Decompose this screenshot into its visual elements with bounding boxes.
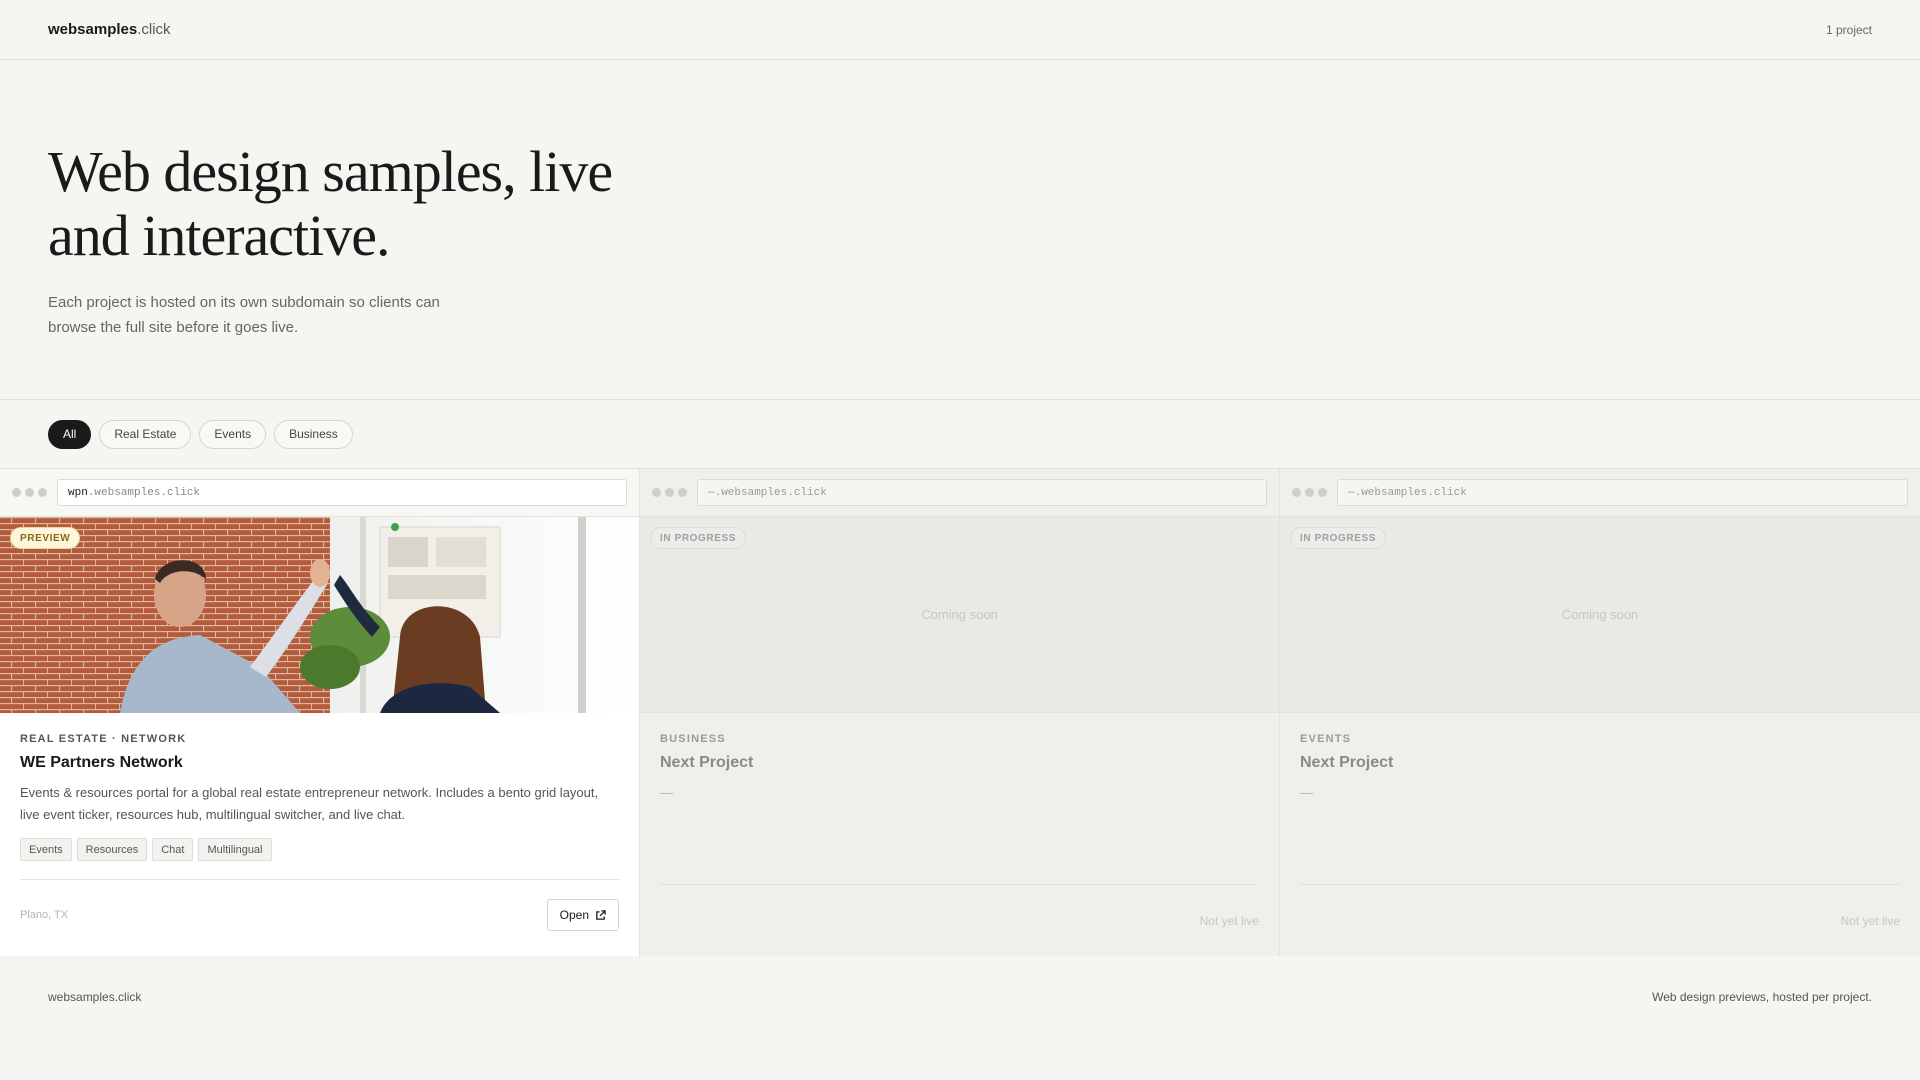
logo-strong: websamples <box>48 21 138 38</box>
card-body: EVENTS Next Project — Not yet live <box>1280 713 1920 956</box>
url-bar: —.websamples.click <box>1337 479 1908 506</box>
external-link-icon <box>596 909 606 920</box>
coming-soon-text: Coming soon <box>921 607 998 622</box>
tag-multilingual: Multilingual <box>198 838 272 861</box>
open-button-label: Open <box>559 908 589 922</box>
card-category: BUSINESS <box>660 733 726 745</box>
project-grid: wpn .websamples.click PREVIEW REAL ESTAT… <box>0 469 1920 956</box>
filter-bar: All Real Estate Events Business <box>0 400 1920 469</box>
hero-section: Web design samples, live and interactive… <box>0 60 1920 400</box>
project-card-events: —.websamples.click IN PROGRESS Coming so… <box>1280 469 1920 956</box>
project-count: 1 project <box>1825 22 1872 37</box>
card-title[interactable]: WE Partners Network <box>20 754 619 772</box>
url-domain: .websamples.click <box>87 486 201 499</box>
placeholder-thumbnail: IN PROGRESS Coming soon <box>1280 517 1920 713</box>
tag-resources: Resources <box>76 838 148 861</box>
window-dot <box>12 488 21 497</box>
tag-list: Events Resources Chat Multilingual <box>20 838 619 861</box>
status-text: Not yet live <box>1199 913 1259 928</box>
card-title: Next Project <box>660 754 754 771</box>
tag-events: Events <box>20 838 72 861</box>
preview-thumbnail[interactable]: PREVIEW <box>0 517 639 713</box>
card-description: Events & resources portal for a global r… <box>20 785 599 822</box>
window-dot <box>25 488 34 497</box>
coming-soon-text: Coming soon <box>1561 607 1639 622</box>
url-bar: —.websamples.click <box>697 479 1267 506</box>
card-body: REAL ESTATE · NETWORK WE Partners Networ… <box>0 713 639 956</box>
window-dot <box>1292 488 1301 497</box>
window-dot <box>678 488 687 497</box>
window-dot <box>665 488 674 497</box>
footer-tagline: Web design previews, hosted per project. <box>1652 990 1872 1004</box>
page-footer: websamples.click Web design previews, ho… <box>0 956 1920 1038</box>
window-dots <box>652 488 687 497</box>
card-description: — <box>1300 785 1313 800</box>
card-footer: Not yet live <box>660 884 1259 956</box>
top-header: websamples.click 1 project <box>0 0 1920 60</box>
card-location: Plano, TX <box>20 909 69 921</box>
window-dot <box>652 488 661 497</box>
status-text: Not yet live <box>1840 913 1900 928</box>
card-description: — <box>660 785 673 800</box>
url-subdomain: wpn <box>68 486 88 499</box>
card-footer: Plano, TX Open <box>20 879 619 950</box>
preview-badge: PREVIEW <box>10 527 81 549</box>
card-title: Next Project <box>1300 754 1394 771</box>
window-dot <box>1318 488 1327 497</box>
window-dot <box>38 488 47 497</box>
office-photo <box>0 517 639 713</box>
url-bar[interactable]: wpn .websamples.click <box>57 479 627 506</box>
site-logo[interactable]: websamples.click <box>48 21 171 38</box>
open-button[interactable]: Open <box>546 899 619 931</box>
filter-real-estate[interactable]: Real Estate <box>99 419 192 449</box>
project-card-business: —.websamples.click IN PROGRESS Coming so… <box>640 469 1280 956</box>
tag-chat: Chat <box>152 838 194 861</box>
page-title: Web design samples, live and interactive… <box>48 139 613 268</box>
card-footer: Not yet live <box>1300 884 1900 956</box>
filter-events[interactable]: Events <box>199 419 267 449</box>
footer-brand[interactable]: websamples.click <box>48 990 141 1004</box>
filter-business[interactable]: Business <box>274 419 353 449</box>
placeholder-thumbnail: IN PROGRESS Coming soon <box>640 517 1279 713</box>
window-dots <box>12 488 47 497</box>
window-dots <box>1292 488 1327 497</box>
hero-subtitle: Each project is hosted on its own subdom… <box>48 294 440 336</box>
window-dot <box>1305 488 1314 497</box>
card-body: BUSINESS Next Project — Not yet live <box>640 713 1279 956</box>
card-category: REAL ESTATE · NETWORK <box>20 733 187 745</box>
filter-all[interactable]: All <box>48 419 92 449</box>
browser-bar: —.websamples.click <box>640 469 1279 517</box>
browser-bar: —.websamples.click <box>1280 469 1920 517</box>
browser-bar: wpn .websamples.click <box>0 469 639 517</box>
logo-light: .click <box>137 21 171 38</box>
card-category: EVENTS <box>1300 733 1352 745</box>
project-card-wpn[interactable]: wpn .websamples.click PREVIEW REAL ESTAT… <box>0 469 640 956</box>
